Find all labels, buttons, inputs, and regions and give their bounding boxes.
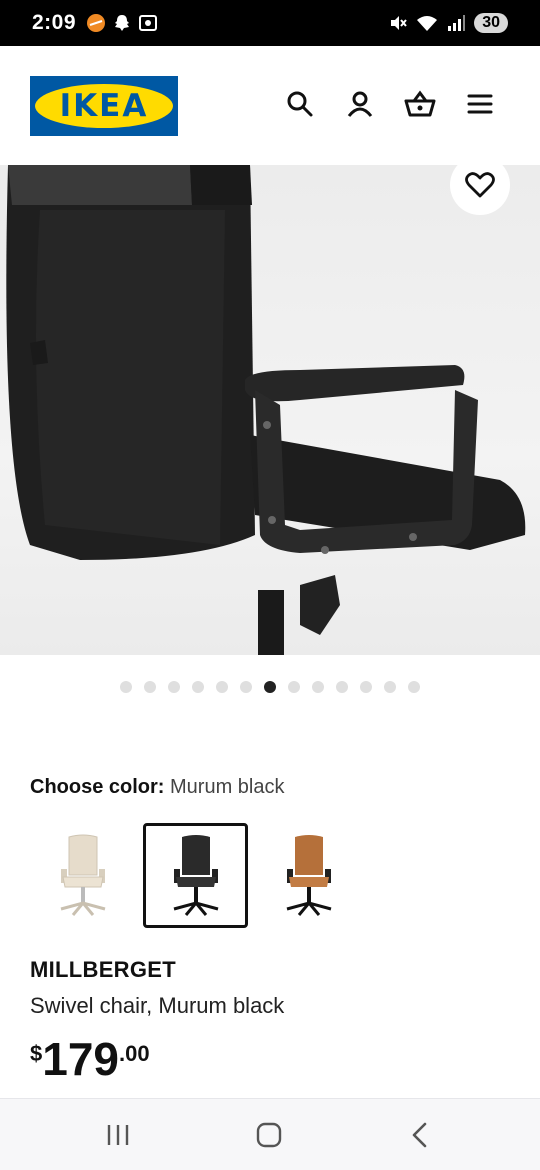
menu-icon[interactable] — [462, 86, 498, 122]
swatch-black[interactable] — [143, 823, 248, 928]
product-name: MILLBERGET — [30, 957, 176, 982]
chair-illustration — [6, 165, 526, 655]
carousel-dot[interactable] — [288, 681, 300, 693]
back-icon[interactable] — [404, 1119, 436, 1151]
recent-apps-icon[interactable] — [102, 1119, 134, 1151]
carousel-dot[interactable] — [408, 681, 420, 693]
status-notification-icons — [86, 13, 158, 33]
carousel-dot[interactable] — [264, 681, 276, 693]
color-label-title: Choose color: — [30, 776, 165, 798]
swatch-beige[interactable] — [30, 823, 135, 928]
status-time: 2:09 — [32, 11, 77, 34]
carousel-dot[interactable] — [360, 681, 372, 693]
carousel-dot[interactable] — [312, 681, 324, 693]
signal-icon — [448, 15, 466, 31]
price-integer: 179 — [42, 1033, 119, 1085]
carousel-dot[interactable] — [384, 681, 396, 693]
product-image[interactable] — [0, 165, 540, 655]
carousel-dot[interactable] — [144, 681, 156, 693]
status-system-icons: 30 — [388, 13, 508, 33]
carousel-dot[interactable] — [216, 681, 228, 693]
ikea-logo[interactable]: IKEA — [30, 76, 178, 136]
app-header: IKEA — [0, 46, 540, 165]
swatch-brown[interactable] — [256, 823, 361, 928]
price-currency: $ — [30, 1041, 43, 1066]
product-price: $ 179 .00 — [30, 1035, 150, 1083]
chair-thumbnail-black — [173, 835, 218, 916]
mute-icon — [391, 16, 407, 30]
home-icon[interactable] — [253, 1119, 285, 1151]
carousel-dot[interactable] — [240, 681, 252, 693]
color-chooser-label: Choose color: Murum black — [30, 776, 285, 799]
app-notification-icon — [87, 14, 106, 32]
logo-oval: IKEA — [35, 84, 173, 128]
carousel-dot[interactable] — [336, 681, 348, 693]
status-bar: 2:09 30 — [0, 0, 540, 46]
carousel-dot[interactable] — [168, 681, 180, 693]
heart-icon — [465, 172, 495, 198]
wifi-icon — [417, 16, 438, 31]
carousel-dots[interactable] — [0, 681, 540, 693]
screenshot-icon — [139, 15, 158, 31]
logo-text: IKEA — [59, 88, 149, 124]
price-decimal: .00 — [119, 1041, 150, 1066]
search-icon[interactable] — [282, 86, 318, 122]
profile-icon[interactable] — [342, 86, 378, 122]
product-description: Swivel chair, Murum black — [30, 993, 285, 1018]
snapchat-icon — [115, 15, 130, 31]
color-swatches — [30, 823, 361, 928]
carousel-dot[interactable] — [120, 681, 132, 693]
basket-icon[interactable] — [402, 86, 438, 122]
chair-thumbnail-beige — [60, 834, 105, 916]
color-label-value: Murum black — [170, 776, 285, 798]
chair-thumbnail-brown — [286, 835, 331, 916]
carousel-dot[interactable] — [192, 681, 204, 693]
system-nav-bar — [0, 1098, 540, 1170]
battery-indicator: 30 — [474, 13, 508, 33]
